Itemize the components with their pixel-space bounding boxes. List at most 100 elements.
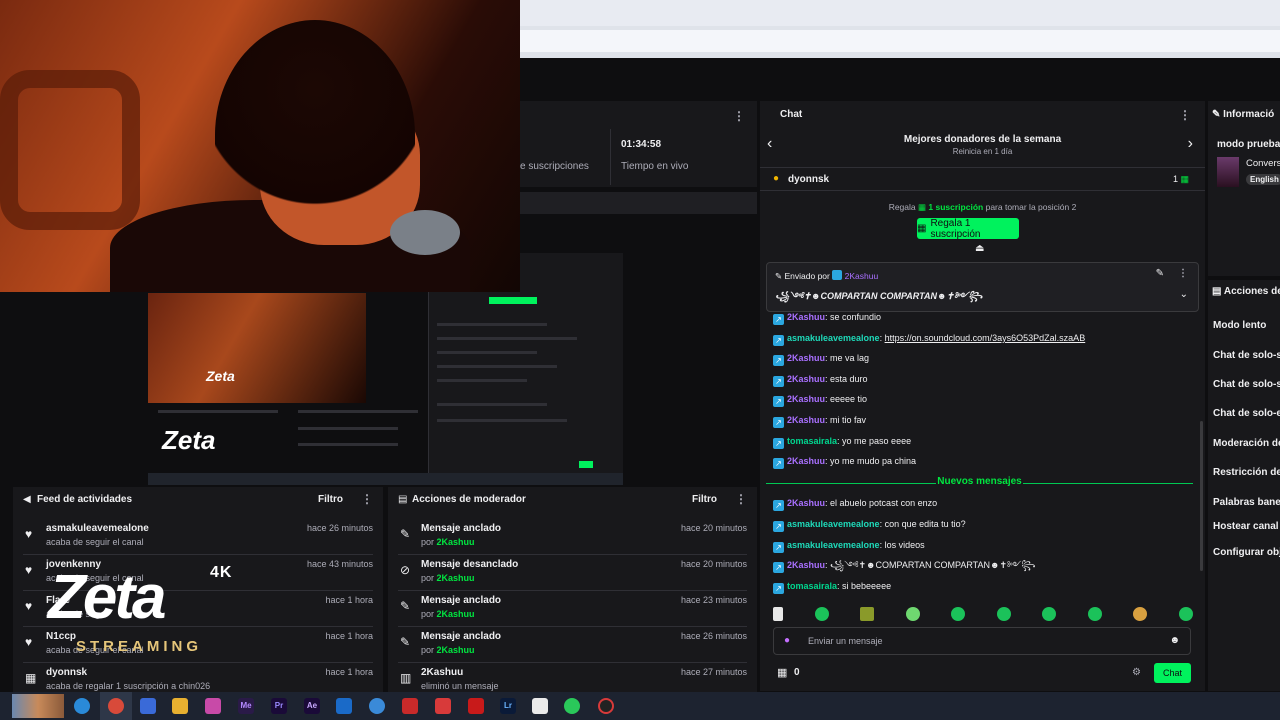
configure-goal-option[interactable]: Configurar obj <box>1213 547 1280 558</box>
chat-message[interactable]: ↗ tomasairala: yo me paso eeee <box>773 434 911 449</box>
premiere-icon[interactable]: Pr <box>271 698 287 714</box>
chat-input-box[interactable]: ● ☻ <box>773 627 1191 655</box>
emote-icon[interactable] <box>951 607 966 621</box>
send-chat-button[interactable]: Chat <box>1154 663 1191 683</box>
emote-icon[interactable] <box>1133 607 1148 621</box>
browser-address-bar[interactable] <box>520 30 1280 52</box>
mod-action-item[interactable]: ✎ Mensaje anclado por 2Kashuu hace 23 mi… <box>388 591 757 627</box>
top-donors-title: Mejores donadores de la semana <box>903 134 1062 145</box>
mic-icon[interactable]: ● <box>784 635 790 646</box>
feed-item-desc: acaba de regalar 1 suscripción a chin026 <box>46 681 211 691</box>
capcut-icon[interactable] <box>532 698 548 714</box>
chat-message[interactable]: ↗ asmakuleavemealone: https://on.soundclo… <box>773 331 1086 346</box>
store-icon[interactable] <box>140 698 156 714</box>
pin-icon: ✎ <box>775 271 783 281</box>
lightroom-icon[interactable]: Lr <box>500 698 516 714</box>
moderation-option[interactable]: Moderación de <box>1213 438 1280 449</box>
acrobat-icon[interactable] <box>468 698 484 714</box>
chat-message[interactable]: ↗ 2Kashuu: ꧁༺✝☻COMPARTAN COMPARTAN☻✝༻꧂ <box>773 558 1035 573</box>
chat-message[interactable]: ↗ asmakuleavemealone: con que edita tu ti… <box>773 517 966 532</box>
mod-action-time: hace 27 minutos <box>680 667 747 677</box>
mod-action-user[interactable]: 2Kashuu <box>437 537 475 547</box>
mod-action-item[interactable]: ⊘ Mensaje desanclado por 2Kashuu hace 20… <box>388 555 757 591</box>
collapse-icon[interactable]: ⏏ <box>975 243 984 254</box>
gift-sub-button[interactable]: ▦ Regala 1 suscripción <box>917 218 1019 240</box>
pin-icon[interactable]: ✎ <box>1156 268 1164 279</box>
edge-icon[interactable] <box>74 698 90 714</box>
instagram-icon[interactable] <box>205 698 221 714</box>
folder-icon[interactable] <box>172 698 188 714</box>
feed-filter-button[interactable]: Filtro <box>318 494 343 505</box>
emoji-icon[interactable]: ☻ <box>1169 635 1180 646</box>
emote-icon[interactable] <box>1178 607 1193 621</box>
kebab-menu-icon[interactable]: ⋮ <box>361 492 373 506</box>
mod-actions-title: ▤ Acciones de <box>1212 286 1280 297</box>
mod-action-user[interactable]: 2Kashuu <box>437 645 475 655</box>
globe-icon[interactable] <box>369 698 385 714</box>
banned-words-option[interactable]: Palabras banea <box>1213 497 1280 508</box>
chat-message[interactable]: ↗ asmakuleavemealone: los videos <box>773 538 925 553</box>
obs-icon[interactable] <box>598 698 614 714</box>
mod-action-user[interactable]: 2Kashuu <box>437 573 475 583</box>
chat-message[interactable]: ↗ 2Kashuu: me va lag <box>773 351 869 366</box>
chat-message[interactable]: ↗ 2Kashuu: mi tio fav <box>773 413 866 428</box>
followers-only-option[interactable]: Chat de solo-s <box>1213 350 1280 361</box>
anydesk-icon[interactable] <box>435 698 451 714</box>
gift-icon: ▦ <box>25 671 37 685</box>
mod-action-item[interactable]: ✎ Mensaje anclado por 2Kashuu hace 26 mi… <box>388 627 757 663</box>
chat-message[interactable]: ↗ 2Kashuu: yo me mudo pa china <box>773 454 916 469</box>
emote-icon[interactable] <box>996 607 1011 621</box>
chat-message[interactable]: ↗ tomasairala: si bebeeeee <box>773 579 891 594</box>
category-name[interactable]: Convers <box>1246 158 1280 169</box>
emote-only-option[interactable]: Chat de solo-e <box>1213 408 1280 419</box>
chat-message-input[interactable] <box>808 634 1148 648</box>
chrome-icon[interactable] <box>108 698 124 714</box>
chat-scrollbar[interactable] <box>1200 421 1203 571</box>
kebab-menu-icon[interactable]: ⋮ <box>1179 108 1191 122</box>
mod-action-user[interactable]: 2Kashuu <box>437 609 475 619</box>
feed-item[interactable]: ♥ asmakuleavemealone acaba de seguir el … <box>13 519 383 555</box>
kebab-menu-icon[interactable]: ⋮ <box>735 492 747 506</box>
top-donor-row[interactable]: ● dyonnsk 1 ▦ <box>760 167 1205 191</box>
chevron-right-icon[interactable]: › <box>1188 135 1193 153</box>
after-effects-icon[interactable]: Ae <box>304 698 320 714</box>
gift-icon[interactable]: ▦ <box>777 666 787 679</box>
wallpaper-thumbnail[interactable] <box>12 694 64 718</box>
webcam-overlay <box>0 0 520 292</box>
mod-action-time: hace 20 minutos <box>680 559 747 569</box>
host-channel-option[interactable]: Hostear canal <box>1213 521 1279 532</box>
emote-icon[interactable] <box>1087 607 1102 621</box>
mod-action-item[interactable]: ✎ Mensaje anclado por 2Kashuu hace 20 mi… <box>388 519 757 555</box>
outlook-icon[interactable] <box>336 698 352 714</box>
emote-icon[interactable] <box>1042 607 1057 621</box>
shield-icon[interactable] <box>402 698 418 714</box>
badge-icon: ↗ <box>773 521 784 532</box>
restriction-option[interactable]: Restricción de <box>1213 467 1280 478</box>
chevron-down-icon[interactable]: ⌄ <box>1180 289 1188 300</box>
pinned-text: ꧁༺✝☻COMPARTAN COMPARTAN☻✝༻꧂ <box>775 291 983 301</box>
chat-message[interactable]: ↗ 2Kashuu: eeeee tio <box>773 392 867 407</box>
windows-taskbar: Me Pr Ae Lr <box>0 692 1280 720</box>
kebab-menu-icon[interactable]: ⋮ <box>733 109 745 123</box>
mod-action-name: Mensaje desanclado <box>421 559 519 570</box>
subs-only-option[interactable]: Chat de solo-s <box>1213 379 1280 390</box>
chat-link[interactable]: https://on.soundcloud.com/3ays6O53PdZal.… <box>885 333 1086 343</box>
gear-icon[interactable]: ⚙ <box>1132 667 1141 678</box>
gift-prompt: Regala ▦ 1 suscripción para tomar la pos… <box>888 202 1077 212</box>
mod-filter-button[interactable]: Filtro <box>692 494 717 505</box>
chat-message[interactable]: ↗ 2Kashuu: esta duro <box>773 372 868 387</box>
media-encoder-icon[interactable]: Me <box>238 698 254 714</box>
whatsapp-icon[interactable] <box>564 698 580 714</box>
emote-icon[interactable] <box>905 607 920 621</box>
emote-icon[interactable] <box>814 607 829 621</box>
heart-icon: ♥ <box>25 563 33 577</box>
badge-icon: ↗ <box>773 376 784 387</box>
emote-icon[interactable] <box>860 607 875 621</box>
language-tag[interactable]: English <box>1246 174 1280 185</box>
chat-message[interactable]: ↗ 2Kashuu: se confundio <box>773 310 881 325</box>
emote-icon[interactable] <box>773 607 783 621</box>
mod-action-time: hace 26 minutos <box>680 631 747 641</box>
kebab-menu-icon[interactable]: ⋮ <box>1178 268 1188 279</box>
chat-message[interactable]: ↗ 2Kashuu: el abuelo potcast con enzo <box>773 496 937 511</box>
slow-mode-option[interactable]: Modo lento <box>1213 320 1266 331</box>
